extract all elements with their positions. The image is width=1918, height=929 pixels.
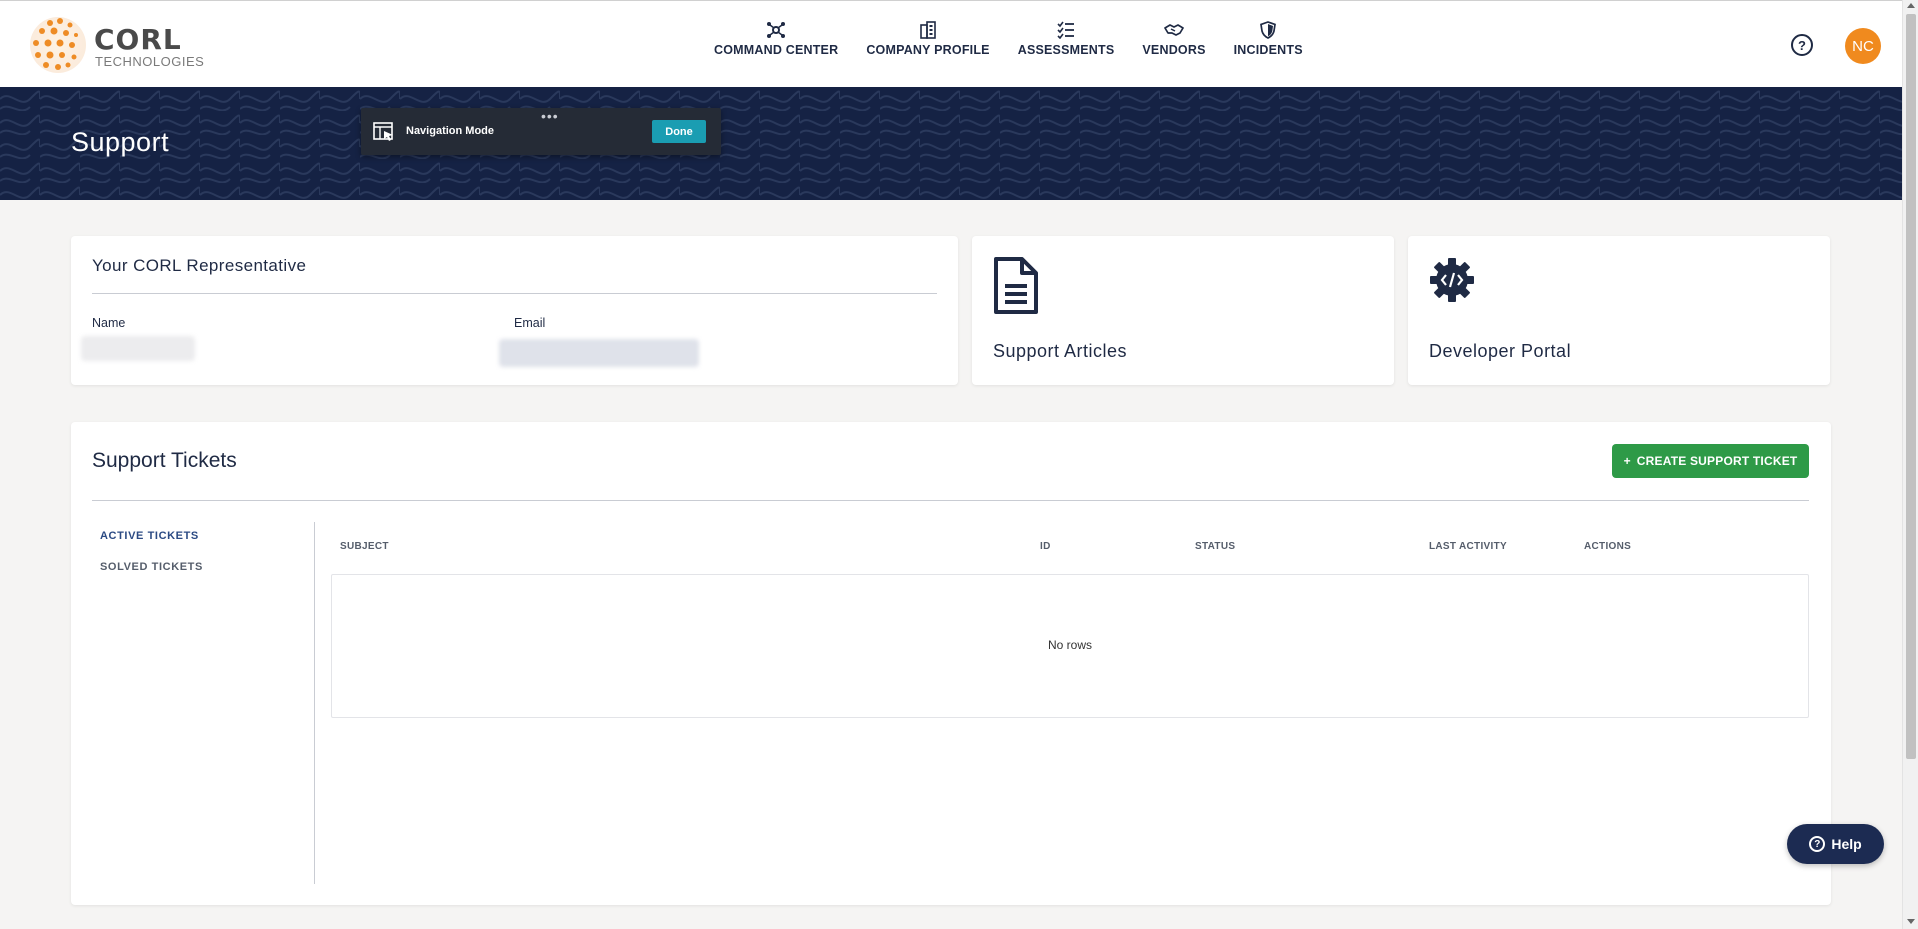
document-icon bbox=[994, 257, 1038, 314]
page-title: Support bbox=[71, 127, 170, 157]
create-button-label: CREATE SUPPORT TICKET bbox=[1636, 454, 1798, 468]
column-header-id[interactable]: ID bbox=[1040, 541, 1051, 552]
nav-company-profile[interactable]: COMPANY PROFILE bbox=[852, 21, 1003, 71]
nav-label: COMMAND CENTER bbox=[714, 43, 839, 57]
representative-title: Your CORL Representative bbox=[92, 256, 307, 275]
corl-logo-icon bbox=[30, 17, 86, 73]
tickets-table-body: No rows bbox=[331, 574, 1809, 718]
nav-label: VENDORS bbox=[1142, 43, 1206, 57]
navigation-mode-toolbar: ••• Navigation Mode Done bbox=[361, 108, 721, 155]
brand-subtitle: TECHNOLOGIES bbox=[95, 54, 205, 69]
shield-icon bbox=[1260, 21, 1277, 39]
drag-handle[interactable]: ••• bbox=[541, 108, 559, 124]
help-label: Help bbox=[1831, 836, 1862, 852]
help-button[interactable]: ? Help bbox=[1787, 824, 1884, 864]
column-header-subject[interactable]: SUBJECT bbox=[340, 541, 389, 552]
user-avatar[interactable]: NC bbox=[1845, 28, 1881, 64]
create-support-ticket-button[interactable]: + CREATE SUPPORT TICKET bbox=[1612, 444, 1809, 478]
page-banner: Support bbox=[0, 87, 1902, 200]
nav-incidents[interactable]: INCIDENTS bbox=[1220, 21, 1317, 71]
done-button[interactable]: Done bbox=[652, 120, 706, 143]
top-navigation-bar: CORL TECHNOLOGIES COMMAND CENTER COMPANY… bbox=[0, 0, 1902, 87]
name-label: Name bbox=[92, 316, 126, 330]
divider bbox=[92, 500, 1809, 501]
navigation-mode-icon bbox=[373, 122, 393, 141]
support-articles-label: Support Articles bbox=[993, 341, 1128, 361]
email-label: Email bbox=[514, 316, 546, 330]
nav-label: ASSESSMENTS bbox=[1017, 43, 1115, 57]
developer-portal-label: Developer Portal bbox=[1429, 341, 1572, 361]
tab-solved-tickets[interactable]: SOLVED TICKETS bbox=[100, 561, 203, 573]
corl-logo[interactable]: CORL TECHNOLOGIES bbox=[28, 15, 218, 75]
brand-name: CORL bbox=[94, 23, 182, 56]
column-header-actions[interactable]: ACTIONS bbox=[1584, 541, 1631, 552]
developer-portal-card[interactable]: Developer Portal bbox=[1408, 236, 1830, 385]
email-value-redacted bbox=[499, 339, 699, 367]
column-header-status[interactable]: STATUS bbox=[1195, 541, 1235, 552]
nav-label: INCIDENTS bbox=[1233, 43, 1303, 57]
nav-assessments[interactable]: ASSESSMENTS bbox=[1004, 21, 1129, 71]
vertical-divider bbox=[314, 522, 315, 884]
scroll-up-icon[interactable] bbox=[1907, 3, 1915, 8]
nav-label: COMPANY PROFILE bbox=[866, 43, 990, 57]
maze-pattern-decoration bbox=[0, 87, 1902, 200]
divider bbox=[92, 293, 937, 294]
support-tickets-card: Support Tickets + CREATE SUPPORT TICKET … bbox=[71, 422, 1831, 905]
page-scrollbar[interactable] bbox=[1902, 0, 1918, 929]
nav-command-center[interactable]: COMMAND CENTER bbox=[700, 21, 852, 71]
question-icon: ? bbox=[1809, 836, 1826, 852]
help-circle-icon[interactable]: ? bbox=[1791, 34, 1813, 56]
nav-vendors[interactable]: VENDORS bbox=[1128, 21, 1219, 71]
handshake-icon bbox=[1164, 24, 1184, 36]
column-header-last-activity[interactable]: LAST ACTIVITY bbox=[1429, 541, 1507, 552]
network-icon bbox=[767, 22, 786, 38]
scrollbar-thumb[interactable] bbox=[1906, 14, 1916, 759]
support-tickets-title: Support Tickets bbox=[92, 449, 237, 472]
representative-card: Your CORL Representative Name Email bbox=[71, 236, 958, 385]
tab-active-tickets[interactable]: ACTIVE TICKETS bbox=[100, 530, 199, 542]
main-nav: COMMAND CENTER COMPANY PROFILE ASSESSMEN… bbox=[700, 21, 1317, 71]
navigation-mode-label: Navigation Mode bbox=[406, 125, 495, 137]
checklist-icon bbox=[1057, 21, 1075, 39]
building-icon bbox=[920, 21, 936, 39]
plus-icon: + bbox=[1623, 454, 1631, 468]
support-articles-card[interactable]: Support Articles bbox=[972, 236, 1394, 385]
empty-table-message: No rows bbox=[1047, 638, 1092, 652]
name-value-redacted bbox=[81, 336, 195, 361]
scroll-down-icon[interactable] bbox=[1907, 919, 1915, 924]
code-gear-icon bbox=[1430, 258, 1474, 302]
